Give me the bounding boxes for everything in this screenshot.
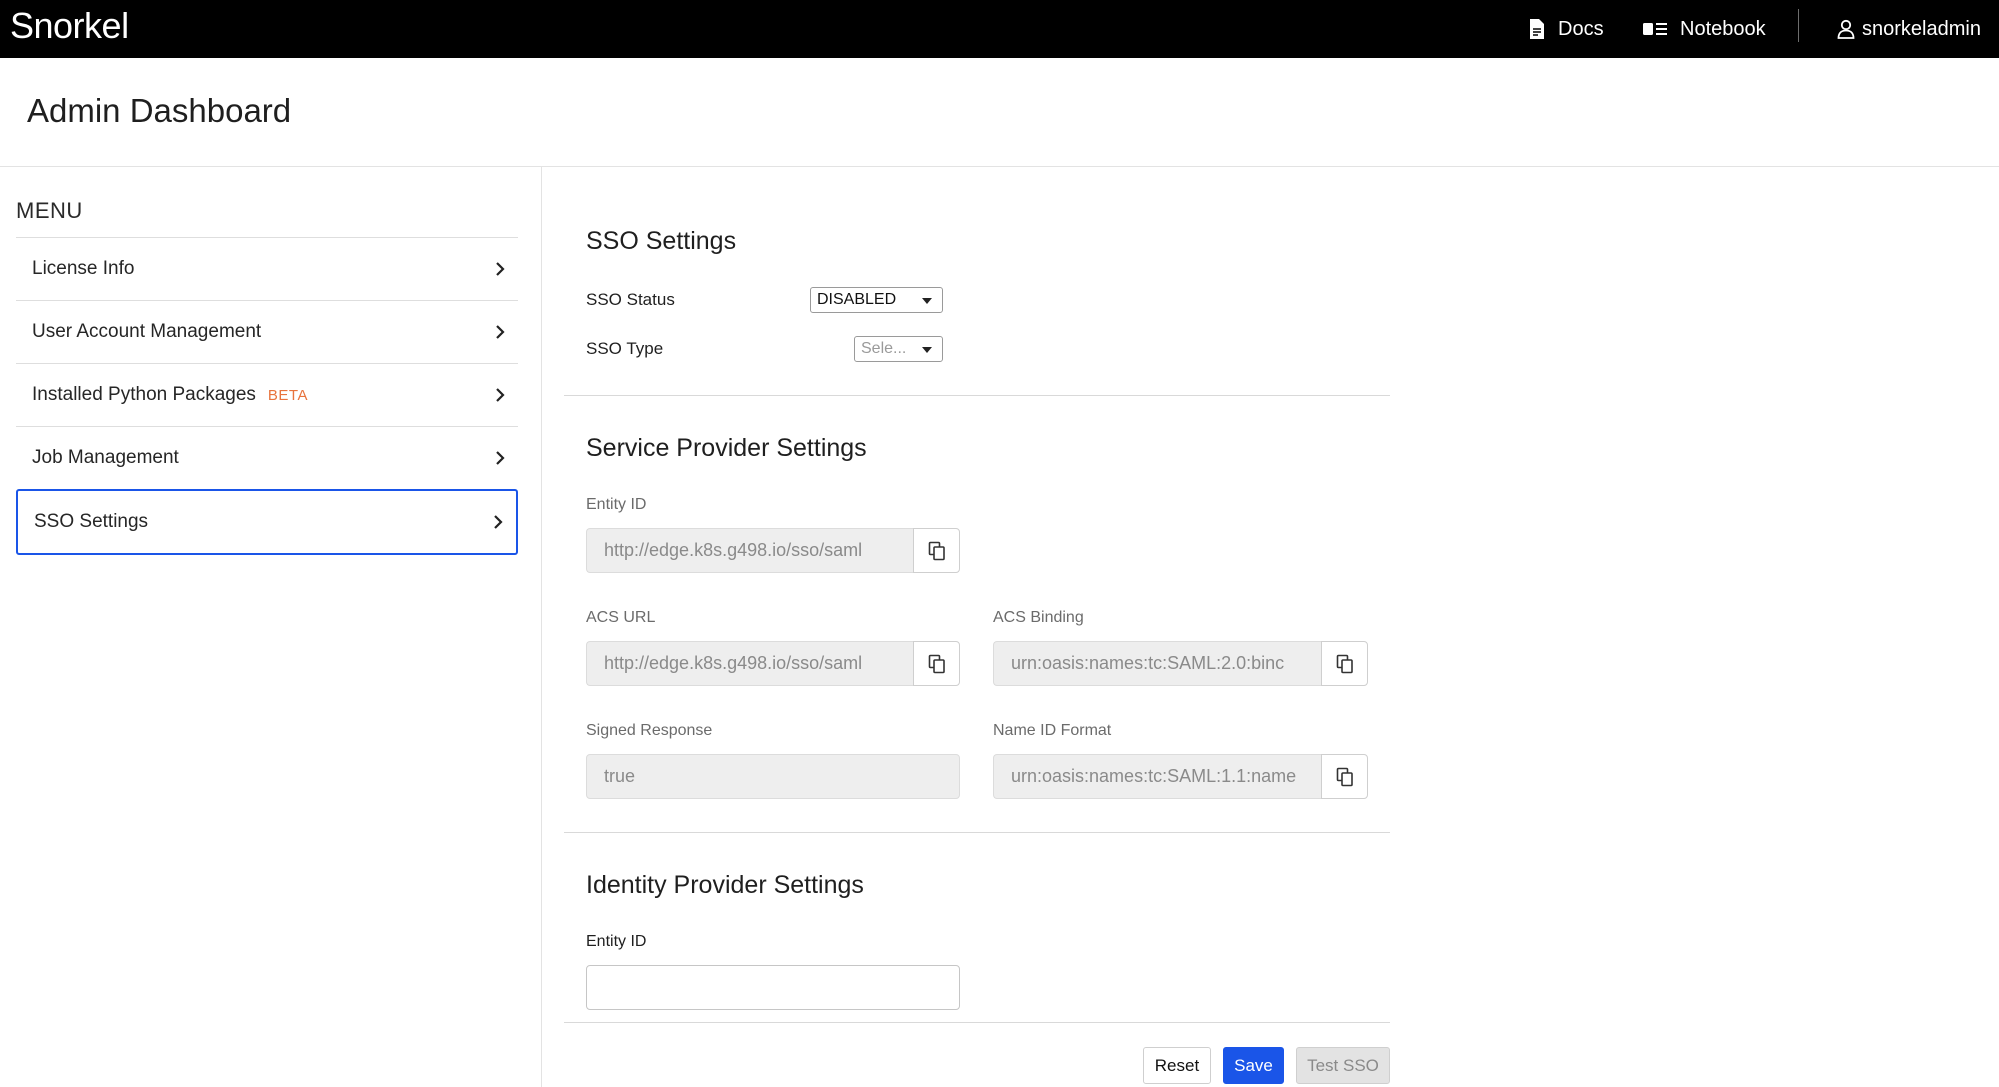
sso-type-select[interactable]: Sele... [854,336,943,362]
document-icon [1530,19,1544,39]
sidebar-item-job-management[interactable]: Job Management [16,426,518,489]
chevron-right-icon [496,388,505,402]
acs-binding-value: urn:oasis:names:tc:SAML:2.0:binc [1011,653,1285,673]
copy-icon [928,654,945,673]
section-divider [564,832,1390,833]
acs-url-label: ACS URL [586,609,656,626]
acs-binding-field[interactable]: urn:oasis:names:tc:SAML:2.0:binc [993,641,1321,686]
copy-icon [1336,767,1353,786]
sidebar-item-label: License Info [32,258,135,279]
sidebar-item-user-account-management[interactable]: User Account Management [16,300,518,363]
page-title: Admin Dashboard [27,92,292,129]
name-id-format-field[interactable]: urn:oasis:names:tc:SAML:1.1:name [993,754,1321,799]
copy-name-id-format-button[interactable] [1321,754,1368,799]
chevron-right-icon [496,325,505,339]
copy-icon [928,541,945,560]
sidebar-divider [541,167,542,1087]
section-divider [564,395,1390,396]
sidebar-item-label: SSO Settings [34,511,149,532]
chevron-right-icon [496,262,505,276]
sso-status-select[interactable]: DISABLED [810,287,943,313]
signed-response-field[interactable]: true [586,754,960,799]
copy-acs-url-button[interactable] [913,641,960,686]
sidebar-item-license-info[interactable]: License Info [16,237,518,300]
identity-provider-title: Identity Provider Settings [586,871,864,899]
docs-label: Docs [1558,17,1604,40]
sidebar-item-label: Job Management [32,447,179,468]
user-icon [1837,19,1855,39]
name-id-format-label: Name ID Format [993,722,1112,739]
copy-acs-binding-button[interactable] [1321,641,1368,686]
notebook-label: Notebook [1680,17,1766,40]
sso-type-placeholder: Sele... [861,340,907,357]
user-name: snorkeladmin [1862,17,1981,40]
menu-title: MENU [16,198,83,223]
sso-settings-title: SSO Settings [586,227,737,255]
sidebar-item-label: Installed Python Packages [32,384,256,405]
acs-binding-label: ACS Binding [993,609,1084,626]
beta-badge: BETA [267,386,308,404]
name-id-format-value: urn:oasis:names:tc:SAML:1.1:name [1011,766,1297,786]
signed-response-value: true [604,766,636,786]
sp-entity-id-label: Entity ID [586,496,647,513]
caret-down-icon [922,298,932,304]
notebook-icon [1643,23,1667,35]
docs-link[interactable]: Docs [1528,0,1604,58]
section-divider [564,1022,1390,1023]
idp-entity-id-input[interactable] [586,965,960,1010]
header-divider [0,166,1999,167]
test-sso-button[interactable]: Test SSO [1296,1047,1390,1084]
sso-type-label: SSO Type [586,339,664,358]
sso-status-label: SSO Status [586,290,675,309]
user-menu[interactable]: snorkeladmin [1836,0,1981,58]
sso-status-value: DISABLED [817,291,897,308]
nav-divider [1798,9,1799,42]
notebook-link[interactable]: Notebook [1642,0,1766,58]
service-provider-title: Service Provider Settings [586,434,867,462]
reset-button[interactable]: Reset [1143,1047,1211,1084]
signed-response-label: Signed Response [586,722,713,739]
acs-url-value: http://edge.k8s.g498.io/sso/saml [604,653,863,673]
sidebar-menu: License Info User Account Management Ins… [16,237,518,555]
copy-entity-id-button[interactable] [913,528,960,573]
save-button[interactable]: Save [1223,1047,1284,1084]
acs-url-field[interactable]: http://edge.k8s.g498.io/sso/saml [586,641,913,686]
copy-icon [1336,654,1353,673]
chevron-right-icon [496,451,505,465]
snorkel-logo[interactable]: Snorkel [10,6,129,46]
sp-entity-id-value: http://edge.k8s.g498.io/sso/saml [604,540,863,560]
sp-entity-id-field[interactable]: http://edge.k8s.g498.io/sso/saml [586,528,913,573]
sidebar-item-installed-python-packages[interactable]: Installed Python Packages BETA [16,363,518,426]
top-bar: Snorkel Docs Notebook snorkeladmin [0,0,1999,58]
sidebar-item-label: User Account Management [32,321,262,342]
idp-entity-id-label: Entity ID [586,933,647,950]
chevron-right-icon [494,515,503,529]
sidebar-item-sso-settings[interactable]: SSO Settings [16,489,518,555]
caret-down-icon [922,347,932,353]
